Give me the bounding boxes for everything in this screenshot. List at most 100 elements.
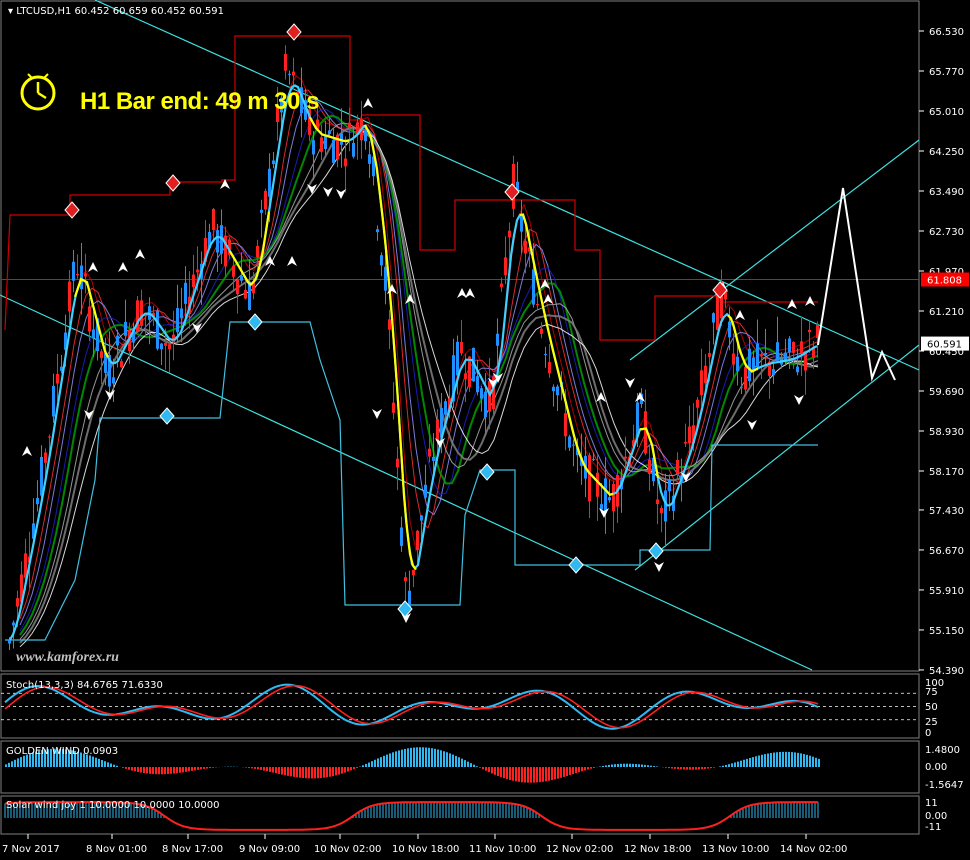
down-arrow-marker [747, 420, 757, 430]
golden-wind-bar [182, 767, 184, 773]
golden-wind-bar [407, 748, 409, 767]
golden-wind-bar [380, 757, 382, 767]
golden-wind-bar [116, 765, 118, 767]
golden-wind-bar [713, 767, 715, 768]
golden-wind-bar [476, 766, 478, 767]
golden-wind-bar [131, 767, 133, 771]
price-chart[interactable]: 66.53065.77065.01064.25063.49062.73061.9… [0, 0, 970, 860]
golden-wind-bar [638, 764, 640, 767]
golden-wind-bar [143, 767, 145, 774]
candle-body [540, 328, 543, 334]
golden-wind-bar [398, 750, 400, 767]
golden-wind-bar [602, 765, 604, 767]
time-tick-label: 8 Nov 01:00 [86, 844, 147, 855]
channel-line [629, 139, 920, 361]
golden-wind-bar [161, 767, 163, 775]
golden-wind-bar [464, 760, 466, 767]
signal-diamond-marker [479, 463, 495, 481]
golden-wind-bar [557, 767, 559, 779]
ohlc-values: 60.452 60.659 60.452 60.591 [74, 6, 225, 17]
price-tick-label: 55.150 [929, 626, 964, 637]
golden-wind-bar [551, 767, 553, 781]
candle-body [728, 321, 731, 338]
golden-wind-bar [584, 767, 586, 771]
candle-body [488, 381, 491, 412]
price-tick-label: 65.770 [929, 67, 964, 78]
golden-wind-bar [317, 767, 319, 779]
candle-body [776, 342, 779, 361]
golden-wind-bar [281, 767, 283, 775]
candle-body [752, 357, 755, 370]
candle-body [412, 569, 415, 576]
price-tick-label: 56.670 [929, 546, 964, 557]
golden-wind-bar [809, 755, 811, 767]
golden-wind-bar [797, 752, 799, 767]
candle-body [516, 181, 519, 190]
golden-wind-bar [431, 748, 433, 767]
time-tick-label: 11 Nov 10:00 [469, 844, 536, 855]
candle-body [736, 356, 739, 372]
golden-wind-bar [416, 747, 418, 767]
forecast-zigzag [817, 187, 896, 382]
candle-body [328, 130, 331, 134]
candle-body [772, 369, 775, 376]
golden-level-label: 1.4800 [925, 745, 960, 756]
golden-wind-bar [212, 767, 214, 768]
candle-body [124, 321, 127, 336]
time-tick-label: 8 Nov 17:00 [162, 844, 223, 855]
symbol-timeframe: LTCUSD,H1 [16, 6, 72, 17]
candle-body [416, 530, 419, 550]
candle-body [544, 354, 547, 356]
golden-wind-bar [92, 756, 94, 767]
golden-wind-bar [305, 767, 307, 779]
golden-wind-bar [440, 750, 442, 767]
channel-line [94, 0, 920, 371]
stochastic-layer [1, 683, 919, 730]
candle-body [524, 240, 527, 254]
candle-body [712, 313, 715, 323]
golden-wind-bar [473, 764, 475, 767]
candle-body [700, 370, 703, 396]
golden-wind-bar [632, 763, 634, 767]
golden-wind-bar [497, 767, 499, 777]
golden-wind-bar [308, 767, 310, 779]
watermark: www.kamforex.ru [16, 650, 119, 665]
candle-body [608, 497, 611, 501]
signal-diamond-marker [286, 23, 302, 41]
symbol-dropdown-icon[interactable]: ▾ [8, 6, 16, 17]
golden-wind-bar [356, 767, 358, 768]
golden-wind-bar [650, 765, 652, 767]
golden-wind-bar [491, 767, 493, 774]
candle-body [536, 303, 539, 306]
golden-wind-bar [776, 752, 778, 767]
candle-body [256, 245, 259, 258]
candle-body [112, 377, 115, 384]
price-tick-label: 58.930 [929, 427, 964, 438]
golden-wind-bar [794, 752, 796, 767]
golden-wind-bar [485, 767, 487, 771]
golden-wind-bar [698, 767, 700, 770]
golden-wind-bar [605, 765, 607, 767]
price-tick-label: 63.490 [929, 187, 964, 198]
candle-body [56, 374, 59, 384]
golden-wind-bar [791, 752, 793, 767]
candle-body [312, 140, 315, 155]
candle-body [756, 343, 759, 368]
golden-wind-bar [455, 755, 457, 767]
candle-body [480, 388, 483, 399]
golden-wind-bar [140, 767, 142, 773]
golden-wind-bar [731, 763, 733, 767]
stoch-level-label: 50 [925, 702, 938, 713]
golden-wind-bar [536, 767, 538, 783]
golden-wind-bar [506, 767, 508, 780]
candle-body [500, 283, 503, 288]
candle-body [684, 441, 687, 444]
golden-wind-bar [518, 767, 520, 782]
golden-wind-bar [266, 767, 268, 772]
golden-wind-bar [701, 767, 703, 770]
down-arrow-marker [372, 409, 382, 419]
candle-body [428, 448, 431, 457]
golden-wind-bar [566, 767, 568, 777]
golden-wind-bar [368, 762, 370, 767]
golden-wind-bar [437, 749, 439, 767]
